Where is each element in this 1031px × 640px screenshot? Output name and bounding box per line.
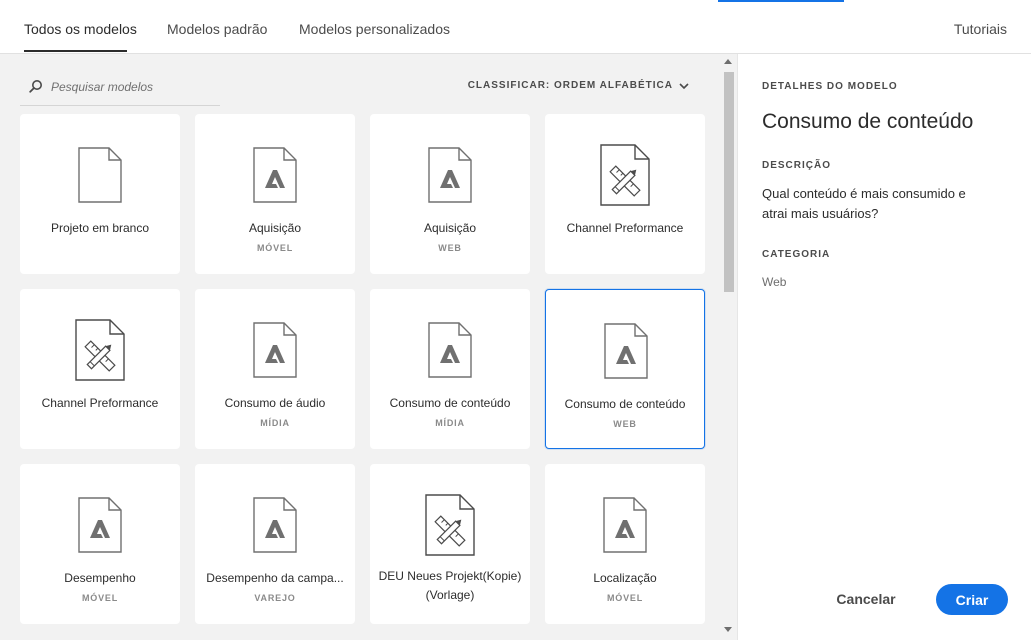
tab-standard-templates[interactable]: Modelos padrão	[167, 21, 267, 37]
scroll-thumb[interactable]	[724, 72, 734, 292]
adobe-file-icon	[77, 496, 123, 554]
top-tab-bar: Todos os modelos Modelos padrão Modelos …	[0, 0, 1031, 54]
template-category-tag: MÓVEL	[81, 593, 118, 603]
template-category-tag: VAREJO	[254, 593, 296, 603]
template-category-tag: MÍDIA	[435, 418, 465, 428]
search-input[interactable]	[51, 77, 216, 97]
adobe-file-icon	[252, 146, 298, 204]
template-title: Desempenho da campa...	[206, 571, 344, 585]
top-accent-bar	[718, 0, 844, 2]
template-title: Channel Preformance	[41, 396, 159, 410]
tab-custom-templates[interactable]: Modelos personalizados	[299, 21, 450, 37]
template-title: Aquisição	[248, 221, 302, 235]
template-category-tag: WEB	[438, 243, 462, 253]
template-title: Desempenho	[64, 571, 136, 585]
template-card[interactable]: Projeto em branco	[20, 114, 180, 274]
custom-template-icon	[424, 493, 476, 557]
template-card[interactable]: Consumo de áudio MÍDIA	[195, 289, 355, 449]
create-button[interactable]: Criar	[936, 584, 1008, 615]
template-card[interactable]: Localização MÓVEL	[545, 464, 705, 624]
details-section-label: DETALHES DO MODELO	[762, 81, 898, 92]
template-details-panel: DETALHES DO MODELO Consumo de conteúdo D…	[737, 54, 1031, 640]
cancel-button[interactable]: Cancelar	[826, 584, 906, 614]
template-title: Localização	[593, 571, 657, 585]
template-card[interactable]: Aquisição WEB	[370, 114, 530, 274]
template-title: Aquisição	[423, 221, 477, 235]
active-tab-indicator	[24, 50, 127, 52]
chevron-down-icon	[679, 82, 689, 89]
template-title: Consumo de áudio	[224, 396, 326, 410]
adobe-file-icon	[602, 496, 648, 554]
template-card[interactable]: Consumo de conteúdo WEB	[545, 289, 705, 449]
template-card[interactable]: Consumo de conteúdo MÍDIA	[370, 289, 530, 449]
scroll-down-arrow-icon[interactable]	[724, 627, 732, 632]
template-card[interactable]: Channel Preformance	[545, 114, 705, 274]
adobe-file-icon	[427, 321, 473, 379]
template-category-tag: WEB	[613, 419, 637, 429]
details-description: Qual conteúdo é mais consumido e atrai m…	[762, 186, 966, 221]
template-title: Consumo de conteúdo	[389, 396, 511, 410]
template-title: Consumo de conteúdo	[564, 397, 686, 411]
custom-template-icon	[599, 143, 651, 207]
template-title: Channel Preformance	[566, 221, 684, 235]
tutorials-link[interactable]: Tutoriais	[954, 21, 1007, 37]
details-title: Consumo de conteúdo	[762, 110, 974, 133]
description-label: DESCRIÇÃO	[762, 160, 832, 171]
custom-template-icon	[74, 318, 126, 382]
template-card[interactable]: DEU Neues Projekt(Kopie) (Vorlage)	[370, 464, 530, 624]
tab-all-templates[interactable]: Todos os modelos	[24, 21, 137, 37]
template-category-tag: MÓVEL	[606, 593, 643, 603]
template-title: DEU Neues Projekt(Kopie) (Vorlage)	[378, 569, 522, 602]
scroll-up-arrow-icon[interactable]	[724, 59, 732, 64]
category-label: CATEGORIA	[762, 249, 831, 260]
adobe-file-icon	[427, 146, 473, 204]
template-gallery: CLASSIFICAR: ORDEM ALFABÉTICA Projeto em…	[0, 54, 737, 640]
template-card[interactable]: Aquisição MÓVEL	[195, 114, 355, 274]
template-card[interactable]: Channel Preformance	[20, 289, 180, 449]
template-category-tag: MÓVEL	[256, 243, 293, 253]
adobe-file-icon	[252, 496, 298, 554]
blank-file-icon	[77, 146, 123, 204]
search-icon	[29, 80, 42, 93]
template-card[interactable]: Desempenho MÓVEL	[20, 464, 180, 624]
sort-label: CLASSIFICAR: ORDEM ALFABÉTICA	[467, 80, 673, 91]
sort-dropdown[interactable]: CLASSIFICAR: ORDEM ALFABÉTICA	[468, 80, 689, 91]
template-category-tag: MÍDIA	[260, 418, 290, 428]
template-title: Projeto em branco	[50, 221, 150, 235]
details-category: Web	[762, 275, 787, 289]
gallery-scrollbar[interactable]	[720, 54, 737, 640]
search-box	[20, 68, 220, 106]
adobe-file-icon	[603, 322, 649, 380]
adobe-file-icon	[252, 321, 298, 379]
template-card[interactable]: Desempenho da campa... VAREJO	[195, 464, 355, 624]
